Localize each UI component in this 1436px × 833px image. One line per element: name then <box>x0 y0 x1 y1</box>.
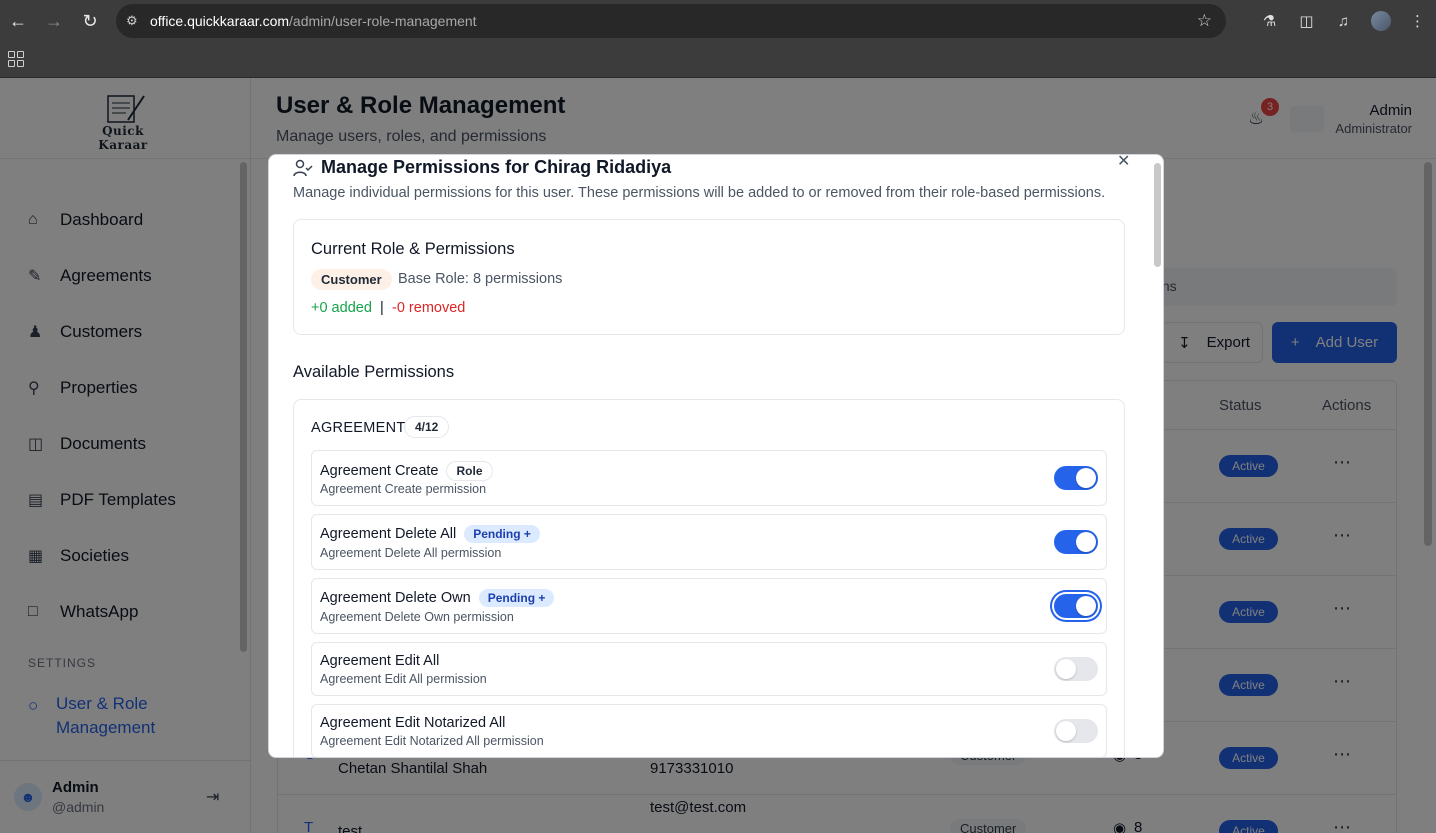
permission-item: Agreement Create Role Agreement Create pe… <box>311 450 1107 506</box>
url-host: office.quickkaraar.com <box>150 13 290 29</box>
extensions-icon[interactable]: ◫ <box>1288 0 1325 42</box>
permission-description: Agreement Edit Notarized All permission <box>320 734 544 748</box>
permission-name: Agreement Delete All <box>320 526 457 542</box>
added-count: +0 added <box>311 300 372 316</box>
permission-name-row: Agreement Edit Notarized All <box>320 715 505 731</box>
dialog-title-text: Manage Permissions for Chirag Ridadiya <box>321 157 672 177</box>
permission-name: Agreement Delete Own <box>320 590 471 606</box>
pending-tag: Pending + <box>478 589 555 607</box>
permission-name-row: Agreement Edit All <box>320 653 439 669</box>
apps-grid-icon[interactable] <box>8 51 24 67</box>
media-icon[interactable]: ♫ <box>1325 0 1362 42</box>
bookmark-star-icon[interactable]: ☆ <box>1197 11 1212 31</box>
permission-item: Agreement Edit All Agreement Edit All pe… <box>311 642 1107 696</box>
role-badge: Customer <box>311 269 392 290</box>
permission-toggle[interactable] <box>1054 466 1098 490</box>
labs-icon[interactable]: ⚗ <box>1251 0 1288 42</box>
site-settings-icon[interactable]: ⚙ <box>126 13 150 29</box>
permission-item: Agreement Edit Notarized All Agreement E… <box>311 704 1107 757</box>
url-path: /admin/user-role-management <box>289 13 477 29</box>
permission-description: Agreement Create permission <box>320 482 487 496</box>
permission-name: Agreement Edit All <box>320 653 440 669</box>
browser-menu-icon[interactable]: ⋮ <box>1399 0 1436 42</box>
current-role-title: Current Role & Permissions <box>311 240 515 258</box>
permission-toggle[interactable] <box>1054 657 1098 681</box>
manage-permissions-dialog: ✕ Manage Permissions for Chirag Ridadiya… <box>268 154 1164 758</box>
current-role-card: Current Role & Permissions Customer Base… <box>293 219 1125 335</box>
permission-toggle[interactable] <box>1054 719 1098 743</box>
pending-tag: Pending + <box>464 525 540 543</box>
browser-toolbar: ← → ↻ ⚙ office.quickkaraar.com/admin/use… <box>0 0 1436 42</box>
address-bar[interactable]: ⚙ office.quickkaraar.com/admin/user-role… <box>116 4 1226 38</box>
permission-toggle[interactable] <box>1054 530 1098 554</box>
removed-count: -0 removed <box>392 300 466 316</box>
role-tag: Role <box>446 461 493 481</box>
available-permissions-title: Available Permissions <box>293 363 455 381</box>
permission-item: Agreement Delete Own Pending + Agreement … <box>311 578 1107 634</box>
group-name: AGREEMENT <box>311 420 406 436</box>
base-role-text: Base Role: 8 permissions <box>398 271 563 287</box>
permission-description: Agreement Delete All permission <box>320 546 502 560</box>
permission-name: Agreement Edit Notarized All <box>320 715 506 731</box>
permission-description: Agreement Delete Own permission <box>320 610 514 624</box>
forward-icon[interactable]: → <box>36 0 72 42</box>
user-check-icon <box>293 159 313 176</box>
group-count-badge: 4/12 <box>404 416 450 438</box>
counts-separator: | <box>380 300 384 316</box>
permission-name: Agreement Create <box>320 463 439 479</box>
back-icon[interactable]: ← <box>0 0 36 42</box>
close-icon[interactable]: ✕ <box>1117 155 1130 171</box>
permission-toggle[interactable] <box>1054 594 1098 618</box>
dialog-description: Manage individual permissions for this u… <box>293 185 1106 201</box>
bookmarks-bar <box>0 42 1436 78</box>
permission-description: Agreement Edit All permission <box>320 672 487 686</box>
permission-name-row: Agreement Create Role <box>320 461 493 481</box>
permission-group-agreement: AGREEMENT 4/12 Agreement Create Role Agre… <box>293 399 1125 757</box>
profile-avatar[interactable] <box>1362 0 1399 42</box>
dialog-title: Manage Permissions for Chirag Ridadiya <box>293 157 671 178</box>
permission-item: Agreement Delete All Pending + Agreement … <box>311 514 1107 570</box>
reload-icon[interactable]: ↻ <box>72 0 108 42</box>
dialog-scrollbar[interactable] <box>1154 163 1161 267</box>
permission-name-row: Agreement Delete Own Pending + <box>320 589 555 607</box>
permission-name-row: Agreement Delete All Pending + <box>320 525 540 543</box>
